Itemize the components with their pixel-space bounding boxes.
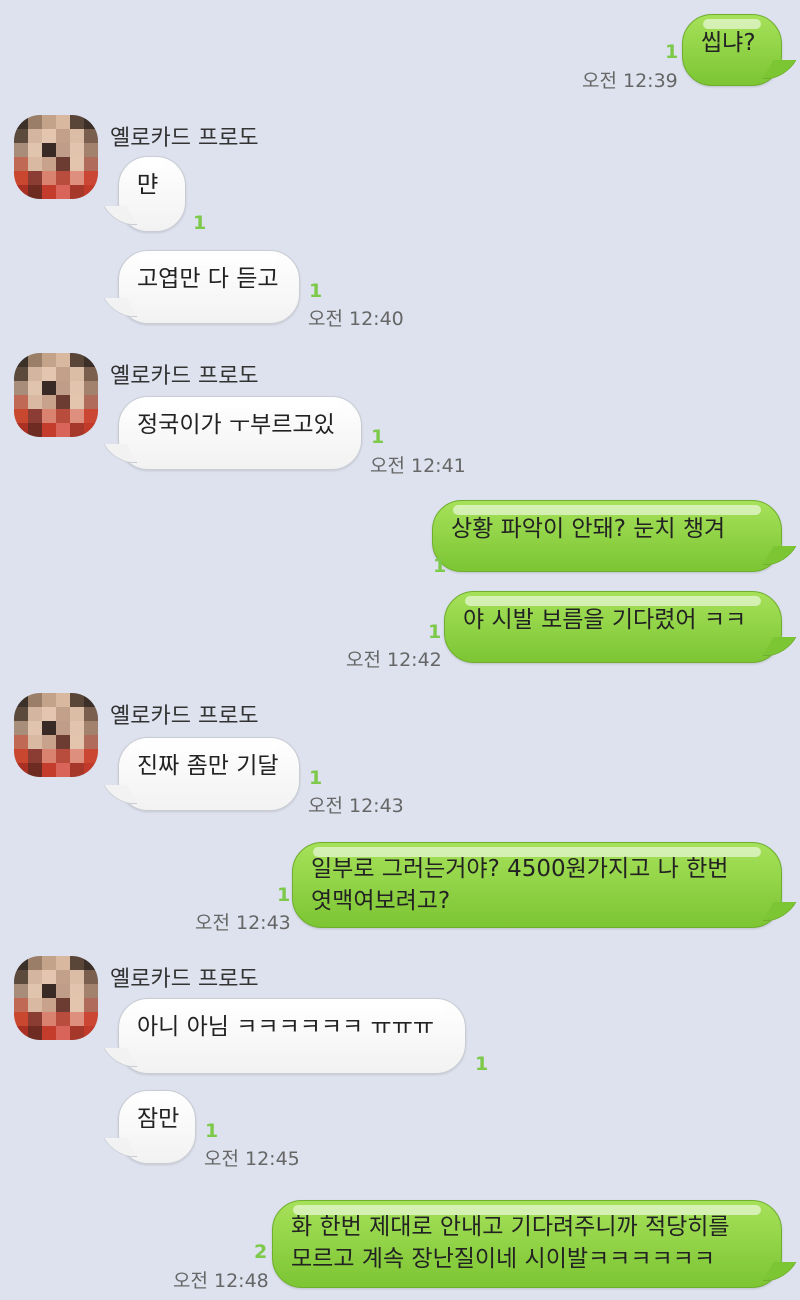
message-text-line-2: 엿맥여보려고? <box>311 888 451 914</box>
message-time: 오전 12:41 <box>370 455 466 477</box>
message-text-line-1: 일부로 그러는거야? 4500원가지고 나 한번 <box>311 856 729 882</box>
unread-count: 1 <box>309 280 323 302</box>
message-text: 상황 파악이 안돼? 눈치 챙겨 <box>451 516 726 542</box>
message-bubble-incoming[interactable]: 먄 <box>118 156 186 232</box>
unread-count: 1 <box>371 426 385 448</box>
sender-name: 옐로카드 프로도 <box>110 967 259 992</box>
message-text-line-1: 화 한번 제대로 안내고 기다려주니까 적당히를 <box>291 1214 730 1240</box>
message-bubble-incoming[interactable]: 잠만 <box>118 1090 196 1164</box>
message-bubble-outgoing[interactable]: 상황 파악이 안돼? 눈치 챙겨 <box>432 500 782 572</box>
message-time: 오전 12:45 <box>204 1148 300 1170</box>
message-time: 오전 12:43 <box>195 912 291 934</box>
avatar[interactable] <box>14 956 98 1040</box>
message-text: 아니 아님 ㅋㅋㅋㅋㅋㅋ ㅠㅠㅠ <box>137 1014 435 1040</box>
unread-count: 1 <box>309 767 323 789</box>
unread-count: 1 <box>205 1120 219 1142</box>
avatar[interactable] <box>14 693 98 777</box>
message-text: 먄 <box>137 172 159 198</box>
message-bubble-incoming[interactable]: 진짜 좀만 기달 <box>118 737 300 811</box>
unread-count: 1 <box>277 884 291 906</box>
avatar[interactable] <box>14 115 98 199</box>
message-bubble-outgoing[interactable]: 씹냐? <box>682 14 782 86</box>
sender-name: 옐로카드 프로도 <box>110 126 259 151</box>
avatar[interactable] <box>14 353 98 437</box>
message-text: 고엽만 다 듣고 <box>137 266 279 292</box>
message-time: 오전 12:43 <box>308 795 404 817</box>
unread-count: 1 <box>433 555 447 577</box>
message-text: 잠만 <box>137 1106 180 1132</box>
message-time: 오전 12:39 <box>582 70 678 92</box>
unread-count: 2 <box>254 1241 268 1263</box>
message-bubble-outgoing[interactable]: 화 한번 제대로 안내고 기다려주니까 적당히를 모르고 계속 장난질이네 시이… <box>272 1200 782 1288</box>
unread-count: 1 <box>193 212 207 234</box>
sender-name: 옐로카드 프로도 <box>110 364 259 389</box>
unread-count: 1 <box>428 621 442 643</box>
message-time: 오전 12:40 <box>308 308 404 330</box>
unread-count: 1 <box>665 41 679 63</box>
message-text: 정국이가 ㅜ부르고있 <box>137 412 335 438</box>
message-text-line-2: 모르고 계속 장난질이네 시이발ㅋㅋㅋㅋㅋㅋ <box>291 1246 715 1272</box>
message-bubble-incoming[interactable]: 고엽만 다 듣고 <box>118 250 300 324</box>
message-bubble-outgoing[interactable]: 야 시발 보름을 기다렸어 ㅋㅋ <box>444 591 782 663</box>
unread-count: 1 <box>475 1053 489 1075</box>
message-bubble-outgoing[interactable]: 일부로 그러는거야? 4500원가지고 나 한번 엿맥여보려고? <box>292 842 782 928</box>
message-bubble-incoming[interactable]: 아니 아님 ㅋㅋㅋㅋㅋㅋ ㅠㅠㅠ <box>118 998 466 1074</box>
message-text: 진짜 좀만 기달 <box>137 753 279 779</box>
message-time: 오전 12:48 <box>173 1270 269 1292</box>
sender-name: 옐로카드 프로도 <box>110 704 259 729</box>
chat-room[interactable]: 씹냐? 1 오전 12:39 옐로카드 프로도 먄 1 고엽만 다 듣고 1 오… <box>0 0 800 1300</box>
message-time: 오전 12:42 <box>346 649 442 671</box>
message-bubble-incoming[interactable]: 정국이가 ㅜ부르고있 <box>118 396 362 470</box>
message-text: 야 시발 보름을 기다렸어 ㅋㅋ <box>463 607 747 633</box>
message-text: 씹냐? <box>701 30 756 56</box>
